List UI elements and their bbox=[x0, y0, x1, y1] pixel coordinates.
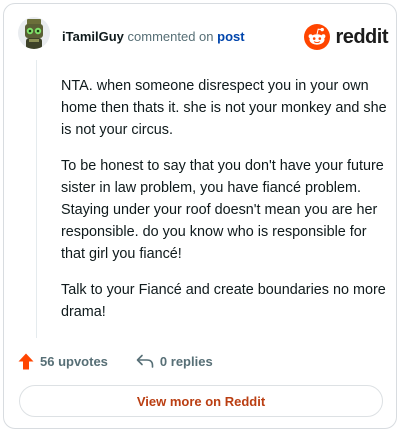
view-more-on-reddit-button[interactable]: View more on Reddit bbox=[19, 385, 383, 417]
embedded-comment-card: iTamilGuy commented on post reddit NTA. … bbox=[3, 3, 397, 429]
upvote-arrow-icon bbox=[18, 353, 34, 369]
reddit-wordmark: reddit bbox=[335, 26, 388, 48]
comment-body: NTA. when someone disrespect you in your… bbox=[61, 75, 387, 337]
comment-paragraph: To be honest to say that you don't have … bbox=[61, 158, 384, 262]
upvote-button[interactable]: 56 upvotes bbox=[18, 353, 108, 370]
reply-arrow-icon bbox=[136, 354, 154, 368]
snoo-avatar-icon bbox=[25, 19, 43, 49]
comment-meta: iTamilGuy commented on post bbox=[62, 29, 245, 45]
reddit-logo-icon bbox=[304, 24, 331, 50]
upvote-count: 56 upvotes bbox=[40, 353, 108, 369]
comment-actions: 56 upvotes 0 replies bbox=[18, 350, 213, 372]
replies-button[interactable]: 0 replies bbox=[136, 354, 213, 369]
comment-paragraph: NTA. when someone disrespect you in your… bbox=[61, 78, 387, 138]
comment-header: iTamilGuy commented on post reddit bbox=[18, 17, 388, 57]
username-link[interactable]: iTamilGuy bbox=[62, 29, 124, 44]
user-avatar[interactable] bbox=[18, 17, 50, 49]
commented-on-text: commented on bbox=[127, 29, 214, 44]
reddit-brand[interactable]: reddit bbox=[304, 23, 388, 51]
post-link[interactable]: post bbox=[217, 29, 244, 44]
thread-line bbox=[36, 60, 37, 338]
comment-paragraph: Talk to your Fiancé and create boundarie… bbox=[61, 282, 386, 320]
reply-count: 0 replies bbox=[159, 353, 213, 369]
